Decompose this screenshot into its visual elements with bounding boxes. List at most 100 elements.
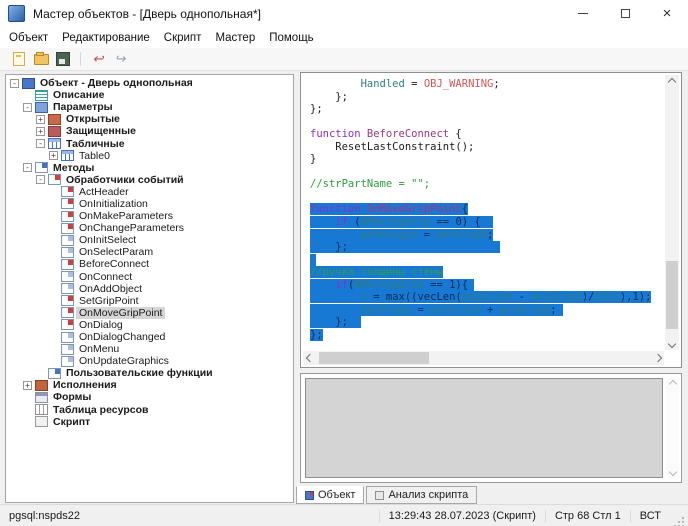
- tree-item-onselectparam[interactable]: OnSelectParam: [6, 246, 293, 258]
- tree-item-onchangeparameters[interactable]: OnChangeParameters: [6, 222, 293, 234]
- menu-item-object[interactable]: Объект: [2, 29, 55, 47]
- resize-grip[interactable]: [674, 509, 688, 523]
- chevron-down-icon: [668, 339, 676, 347]
- editor-horizontal-scrollbar[interactable]: [303, 351, 664, 365]
- editor-vertical-scrollbar[interactable]: [665, 75, 679, 350]
- menu-item-editing[interactable]: Редактирование: [55, 29, 157, 47]
- selected-text: };: [310, 241, 500, 253]
- maximize-button[interactable]: [604, 0, 646, 27]
- menu-item-help[interactable]: Помощь: [262, 29, 320, 47]
- tree-item-resource-table[interactable]: Таблица ресурсов: [6, 404, 293, 416]
- analysis-scrollbar[interactable]: [666, 378, 679, 478]
- scroll-up-button[interactable]: [665, 75, 679, 88]
- scroll-right-button[interactable]: [651, 351, 664, 365]
- tree-item-tabular-params[interactable]: Табличные: [6, 137, 293, 149]
- code-line[interactable]: [310, 254, 664, 267]
- code-area[interactable]: Handled = OBJ_WARNING; };}; function Bef…: [303, 75, 664, 350]
- scroll-down-button[interactable]: [665, 337, 679, 350]
- expander-plus-icon[interactable]: [23, 381, 32, 390]
- code-line[interactable]: };: [310, 329, 664, 342]
- code-line[interactable]: if(NMovingGrip == 1){: [310, 279, 664, 292]
- code-line[interactable]: Handled = OBJ_WARNING;: [310, 78, 664, 91]
- horizontal-scroll-thumb[interactable]: [319, 352, 429, 364]
- tree-node-icon: [61, 356, 74, 367]
- save-icon: [56, 52, 70, 66]
- expander-spacer: [49, 296, 58, 305]
- code-line[interactable]: };: [310, 91, 664, 104]
- tree-item-label: Исполнения: [50, 379, 120, 391]
- tree-item-actheader[interactable]: ActHeader: [6, 186, 293, 198]
- menu-item-master[interactable]: Мастер: [208, 29, 262, 47]
- code-line[interactable]: };: [310, 241, 664, 254]
- tree-item-beforeconnect[interactable]: BeforeConnect: [6, 258, 293, 270]
- code-line[interactable]: pntOrigin = pntGrip0;: [310, 229, 664, 242]
- tree-item-user-functions[interactable]: Пользовательские функции: [6, 367, 293, 379]
- expander-minus-icon[interactable]: [10, 79, 19, 88]
- tree-item-object-root[interactable]: Объект - Дверь однопольная: [6, 77, 293, 89]
- expander-spacer: [49, 345, 58, 354]
- code-line[interactable]: vecPlane = pntGrip1 + pntGrip0;: [310, 304, 664, 317]
- code-line[interactable]: }: [310, 153, 664, 166]
- object-tree[interactable]: Объект - Дверь однопольнаяОписаниеПараме…: [5, 74, 294, 503]
- tree-item-onmovegrippoint[interactable]: OnMoveGripPoint: [6, 307, 293, 319]
- close-button[interactable]: ×: [646, 0, 688, 27]
- tree-item-oninitialization[interactable]: OnInitialization: [6, 198, 293, 210]
- expander-plus-icon[interactable]: [49, 151, 58, 160]
- tree-item-open-params[interactable]: Открытые: [6, 113, 293, 125]
- code-line[interactable]: //ручка толщины стены: [310, 266, 664, 279]
- vertical-scroll-thumb[interactable]: [666, 261, 678, 329]
- code-line[interactable]: t = max((vecLen(pntGrip0 - pntGrip1)/rSc…: [310, 291, 664, 304]
- tree-item-protected-params[interactable]: Защищенные: [6, 125, 293, 137]
- tree-item-onaddobject[interactable]: OnAddObject: [6, 283, 293, 295]
- tree-item-ondialog[interactable]: OnDialog: [6, 319, 293, 331]
- tree-item-onconnect[interactable]: OnConnect: [6, 271, 293, 283]
- tab-object[interactable]: Объект: [296, 486, 364, 504]
- code-line[interactable]: [310, 116, 664, 129]
- minimize-button[interactable]: [562, 0, 604, 27]
- code-line[interactable]: };: [310, 103, 664, 116]
- tree-item-description[interactable]: Описание: [6, 89, 293, 101]
- chevron-right-icon: [653, 354, 661, 362]
- code-line[interactable]: if (NMovingGrip == 0) {: [310, 216, 664, 229]
- chevron-down-icon: [668, 468, 676, 476]
- undo-button[interactable]: [87, 50, 109, 68]
- expander-minus-icon[interactable]: [23, 163, 32, 172]
- code-line[interactable]: //strPartName = "";: [310, 178, 664, 191]
- analysis-output-area: [305, 378, 663, 478]
- code-line[interactable]: [310, 191, 664, 204]
- tree-item-forms[interactable]: Формы: [6, 391, 293, 403]
- tree-item-onmenu[interactable]: OnMenu: [6, 343, 293, 355]
- tree-item-parameters[interactable]: Параметры: [6, 101, 293, 113]
- code-line[interactable]: };: [310, 316, 664, 329]
- menu-item-script[interactable]: Скрипт: [157, 29, 209, 47]
- tree-item-executions[interactable]: Исполнения: [6, 379, 293, 391]
- tree-item-oninitselect[interactable]: OnInitSelect: [6, 234, 293, 246]
- tree-item-table0[interactable]: Table0: [6, 150, 293, 162]
- tree-item-event-handlers[interactable]: Обработчики событий: [6, 174, 293, 186]
- code-editor[interactable]: Handled = OBJ_WARNING; };}; function Bef…: [300, 72, 682, 368]
- tree-node-icon: [48, 114, 61, 125]
- tree-item-methods[interactable]: Методы: [6, 162, 293, 174]
- code-line[interactable]: function BeforeConnect {: [310, 128, 664, 141]
- tab-script-analysis[interactable]: Анализ скрипта: [366, 486, 477, 504]
- expander-plus-icon[interactable]: [36, 115, 45, 124]
- tree-item-setgrippoint[interactable]: SetGripPoint: [6, 295, 293, 307]
- expander-minus-icon[interactable]: [23, 103, 32, 112]
- save-button[interactable]: [52, 50, 74, 68]
- expander-minus-icon[interactable]: [36, 139, 45, 148]
- tree-item-onmakeparameters[interactable]: OnMakeParameters: [6, 210, 293, 222]
- tree-item-onupdategraphics[interactable]: OnUpdateGraphics: [6, 355, 293, 367]
- tree-node-icon: [22, 78, 35, 89]
- open-button[interactable]: [30, 50, 52, 68]
- new-button[interactable]: [8, 50, 30, 68]
- code-line[interactable]: ResetLastConstraint();: [310, 141, 664, 154]
- code-line[interactable]: function OnMoveGripPoint{: [310, 203, 664, 216]
- tree-item-ondialogchanged[interactable]: OnDialogChanged: [6, 331, 293, 343]
- redo-button[interactable]: [109, 50, 131, 68]
- expander-plus-icon[interactable]: [36, 127, 45, 136]
- expander-spacer: [49, 357, 58, 366]
- expander-minus-icon[interactable]: [36, 175, 45, 184]
- code-line[interactable]: [310, 166, 664, 179]
- tree-item-script-node[interactable]: Скрипт: [6, 416, 293, 428]
- scroll-left-button[interactable]: [303, 351, 316, 365]
